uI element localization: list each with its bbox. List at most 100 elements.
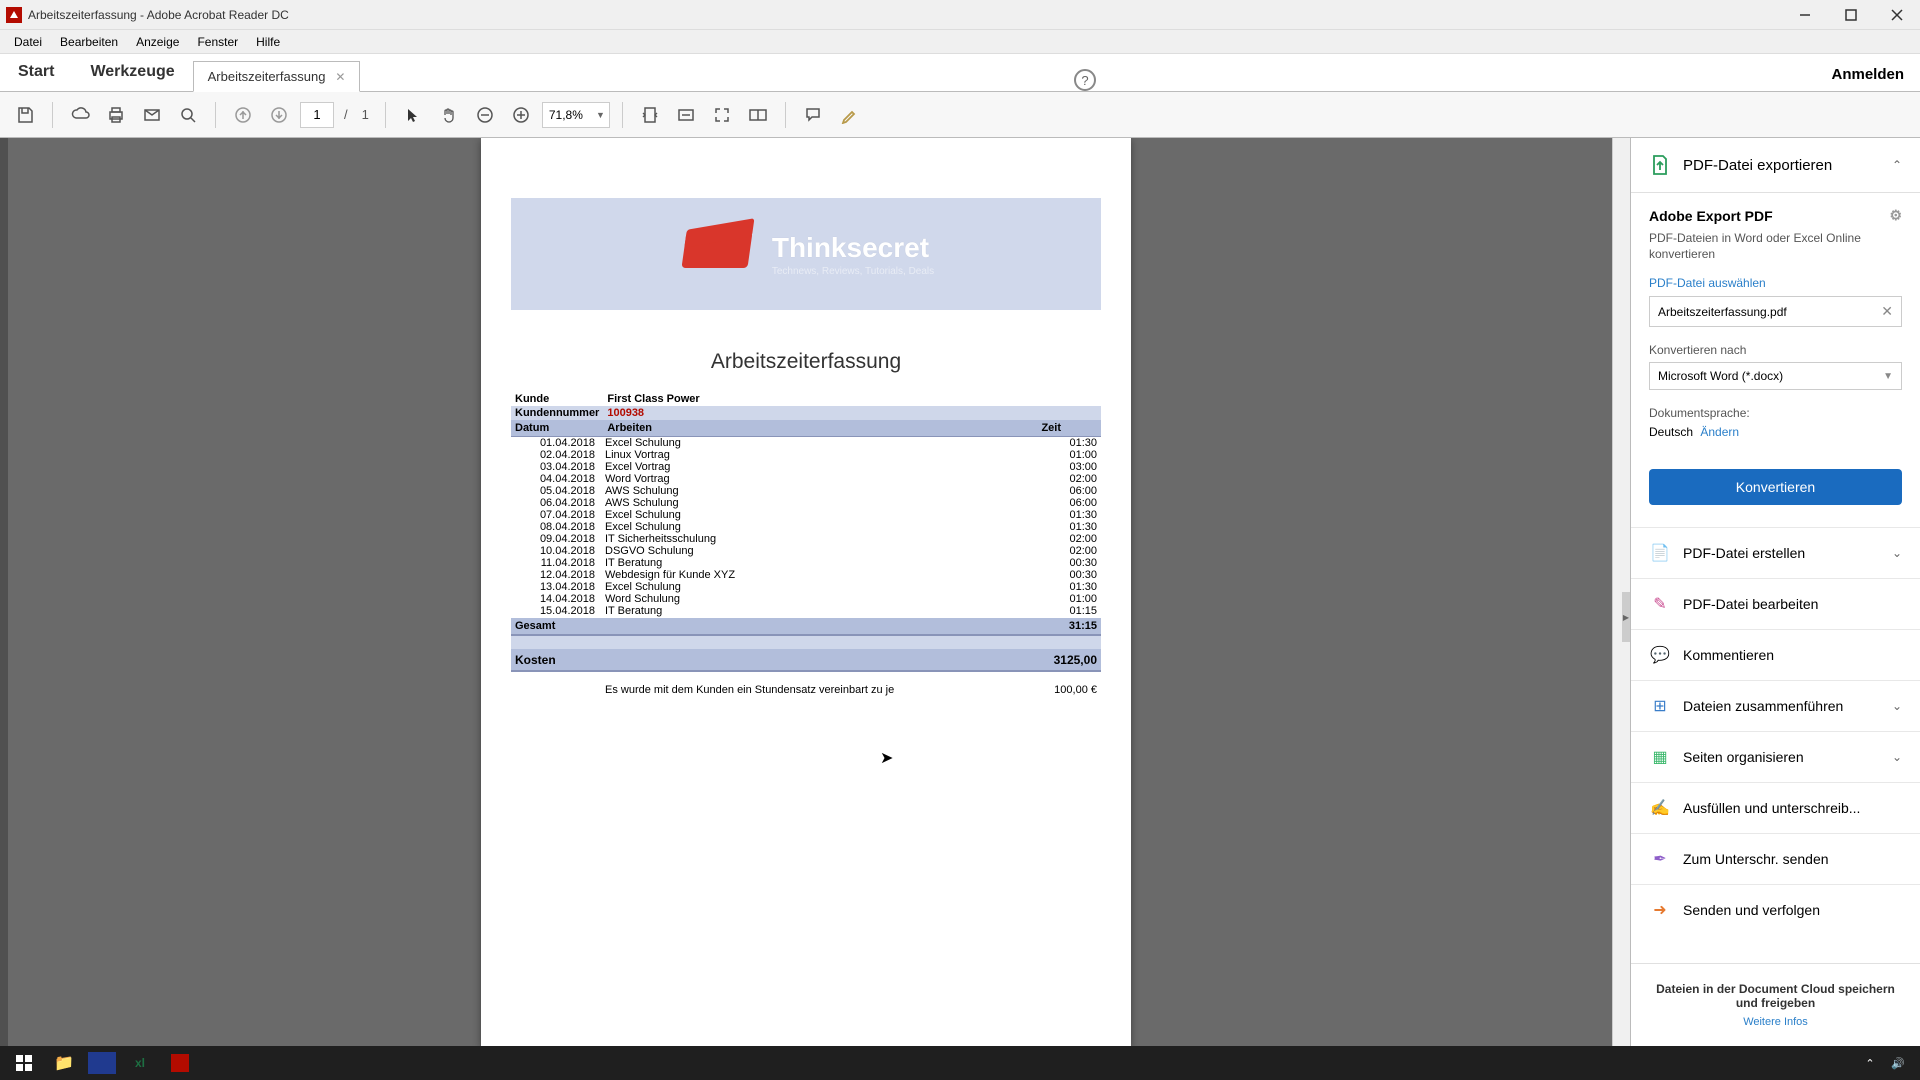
row-work: DSGVO Schulung (601, 545, 1041, 557)
print-icon[interactable] (101, 100, 131, 130)
zoom-value: 71,8% (549, 108, 583, 122)
save-icon[interactable] (10, 100, 40, 130)
row-work: Excel Schulung (601, 437, 1041, 449)
select-tool-icon[interactable] (398, 100, 428, 130)
right-panel: PDF-Datei exportieren ⌃ Adobe Export PDF… (1630, 138, 1920, 1046)
rp-item-organize[interactable]: ▦Seiten organisieren⌄ (1631, 731, 1920, 782)
tray-up-icon[interactable]: ⌃ (1860, 1046, 1880, 1080)
fit-page-icon[interactable] (635, 100, 665, 130)
row-work: Excel Schulung (601, 581, 1041, 593)
taskbar: 📁 xl ⌃ 🔊 (0, 1046, 1920, 1080)
tab-document[interactable]: Arbeitszeiterfassung ✕ (193, 61, 361, 92)
close-button[interactable] (1874, 0, 1920, 30)
row-time: 02:00 (1041, 545, 1101, 557)
tab-tools[interactable]: Werkzeuge (72, 55, 192, 91)
language-value: Deutsch (1649, 425, 1693, 439)
table-row: 09.04.2018IT Sicherheitsschulung02:00 (511, 533, 1101, 545)
fullscreen-ic개-icësoon[interactable] (707, 100, 737, 130)
tab-document-label: Arbeitszeiterfassung (208, 69, 326, 84)
row-date: 14.04.2018 (511, 593, 601, 605)
export-panel-title: PDF-Datei exportieren (1683, 157, 1880, 174)
hand-tool-icon[interactable] (434, 100, 464, 130)
row-date: 13.04.2018 (511, 581, 601, 593)
edit-pdf-icon: ✎ (1649, 593, 1671, 615)
highlight-icon[interactable] (834, 100, 864, 130)
rp-item-comment[interactable]: 💬Kommentieren (1631, 629, 1920, 680)
help-icon[interactable]: ? (1074, 69, 1096, 91)
rp-item-send-track[interactable]: ➜Senden und verfolgen (1631, 884, 1920, 935)
rp-item-fill-sign[interactable]: ✍Ausfüllen und unterschreib... (1631, 782, 1920, 833)
menu-window[interactable]: Fenster (189, 32, 246, 52)
zoom-select[interactable]: 71,8% ▼ (542, 102, 610, 128)
menu-file[interactable]: Datei (6, 32, 50, 52)
zoom-in-icon[interactable] (506, 100, 536, 130)
gear-icon[interactable]: ⚙ (1889, 207, 1902, 224)
chevron-up-icon: ⌃ (1892, 158, 1902, 172)
explorer-icon[interactable]: 📁 (44, 1046, 84, 1080)
table-row: 01.04.2018Excel Schulung01:30 (511, 437, 1101, 449)
row-date: 03.04.2018 (511, 461, 601, 473)
prev-page-icon[interactable] (228, 100, 258, 130)
convert-button[interactable]: Konvertieren (1649, 469, 1902, 505)
table-row: 12.04.2018Webdesign für Kunde XYZ00:30 (511, 569, 1101, 581)
export-panel-header[interactable]: PDF-Datei exportieren ⌃ (1631, 138, 1920, 193)
clear-file-icon[interactable]: ✕ (1881, 303, 1893, 320)
tab-close-icon[interactable]: ✕ (335, 70, 345, 84)
logo-subtitle: Technews, Reviews, Tutorials, Deals (772, 266, 934, 277)
row-date: 02.04.2018 (511, 449, 601, 461)
row-work: IT Sicherheitsschulung (601, 533, 1041, 545)
page-input[interactable] (300, 102, 334, 128)
row-work: IT Beratung (601, 557, 1041, 569)
row-time: 00:30 (1041, 569, 1101, 581)
rp-item-create-pdf[interactable]: 📄PDF-Datei erstellen⌄ (1631, 527, 1920, 578)
rate-text: Es wurde mit dem Kunden ein Stundensatz … (605, 684, 894, 696)
zoom-out-icon[interactable] (470, 100, 500, 130)
row-work: AWS Schulung (601, 485, 1041, 497)
cloud-icon[interactable] (65, 100, 95, 130)
mail-icon[interactable] (137, 100, 167, 130)
language-change-link[interactable]: Ändern (1700, 425, 1739, 439)
total-value: 31:15 (1069, 620, 1097, 632)
total-label: Gesamt (515, 620, 555, 632)
app-icon-1[interactable] (88, 1052, 116, 1074)
next-page-icon[interactable] (264, 100, 294, 130)
tab-start[interactable]: Start (0, 55, 72, 91)
menu-view[interactable]: Anzeige (128, 32, 187, 52)
signin-button[interactable]: Anmelden (1815, 58, 1920, 91)
convert-to-label: Konvertieren nach (1649, 343, 1902, 357)
right-panel-handle[interactable]: ▶ (1622, 592, 1630, 642)
select-file-link[interactable]: PDF-Datei auswählen (1649, 276, 1902, 290)
menu-help[interactable]: Hilfe (248, 32, 288, 52)
rp-item-combine[interactable]: ⊞Dateien zusammenführen⌄ (1631, 680, 1920, 731)
volume-icon[interactable]: 🔊 (1888, 1046, 1908, 1080)
start-button[interactable] (4, 1046, 44, 1080)
document-title: Arbeitszeiterfassung (511, 350, 1101, 374)
excel-icon[interactable]: xl (120, 1046, 160, 1080)
acrobat-icon[interactable] (160, 1046, 200, 1080)
maximize-button[interactable] (1828, 0, 1874, 30)
window-title: Arbeitszeiterfassung - Adobe Acrobat Rea… (28, 8, 289, 22)
table-row: 07.04.2018Excel Schulung01:30 (511, 509, 1101, 521)
rp-footer-link[interactable]: Weitere Infos (1649, 1016, 1902, 1028)
table-row: 06.04.2018AWS Schulung06:00 (511, 497, 1101, 509)
comment-icon[interactable] (798, 100, 828, 130)
fit-width-icon[interactable] (671, 100, 701, 130)
rp-item-edit-pdf[interactable]: ✎PDF-Datei bearbeiten (1631, 578, 1920, 629)
header-work: Arbeiten (603, 420, 828, 437)
minimize-button[interactable] (1782, 0, 1828, 30)
convert-format-value: Microsoft Word (*.docx) (1658, 369, 1783, 383)
search-icon[interactable] (173, 100, 203, 130)
rp-footer-text: Dateien in der Document Cloud speichern … (1656, 982, 1895, 1010)
document-viewport[interactable]: Thinksecret Technews, Reviews, Tutorials… (0, 138, 1612, 1046)
cost-label: Kosten (515, 653, 556, 667)
menu-edit[interactable]: Bearbeiten (52, 32, 126, 52)
page-total: 1 (358, 107, 373, 122)
read-mode-icon[interactable] (743, 100, 773, 130)
row-work: Linux Vortrag (601, 449, 1041, 461)
rp-item-send-sign[interactable]: ✒Zum Unterschr. senden (1631, 833, 1920, 884)
row-time: 01:00 (1041, 593, 1101, 605)
row-date: 15.04.2018 (511, 605, 601, 617)
cost-value: 3125,00 (1054, 653, 1097, 667)
meta-custno-value: 100938 (603, 406, 1101, 420)
convert-format-select[interactable]: Microsoft Word (*.docx) ▼ (1649, 362, 1902, 390)
